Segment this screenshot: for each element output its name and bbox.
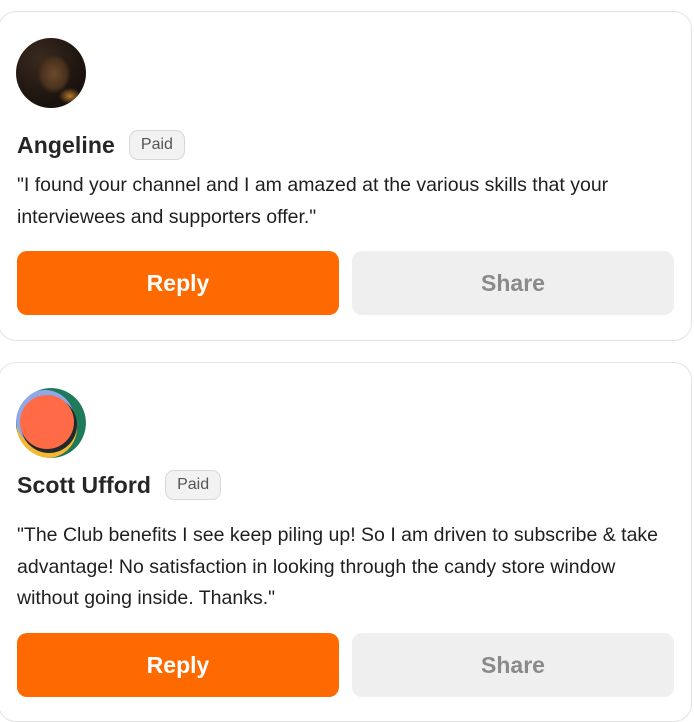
share-button[interactable]: Share bbox=[352, 633, 674, 697]
paid-badge: Paid bbox=[128, 130, 185, 160]
user-avatar-photo[interactable] bbox=[16, 38, 86, 108]
comment-card: Scott Ufford Paid "The Club benefits I s… bbox=[0, 362, 692, 722]
abstract-avatar-icon[interactable] bbox=[16, 388, 86, 458]
share-button[interactable]: Share bbox=[352, 251, 674, 315]
author-name[interactable]: Angeline bbox=[17, 132, 115, 159]
author-row: Scott Ufford Paid bbox=[17, 470, 222, 500]
paid-badge: Paid bbox=[165, 470, 222, 500]
comment-text: "I found your channel and I am amazed at… bbox=[17, 174, 609, 228]
reply-button[interactable]: Reply bbox=[17, 633, 339, 697]
comment-text: "The Club benefits I see keep piling up!… bbox=[17, 524, 659, 609]
reply-button[interactable]: Reply bbox=[17, 251, 339, 315]
comment-card: Angeline Paid "I found your channel and … bbox=[0, 11, 692, 341]
author-row: Angeline Paid bbox=[17, 130, 185, 160]
abstract-avatar-graphic bbox=[16, 388, 86, 458]
author-name[interactable]: Scott Ufford bbox=[17, 472, 151, 499]
